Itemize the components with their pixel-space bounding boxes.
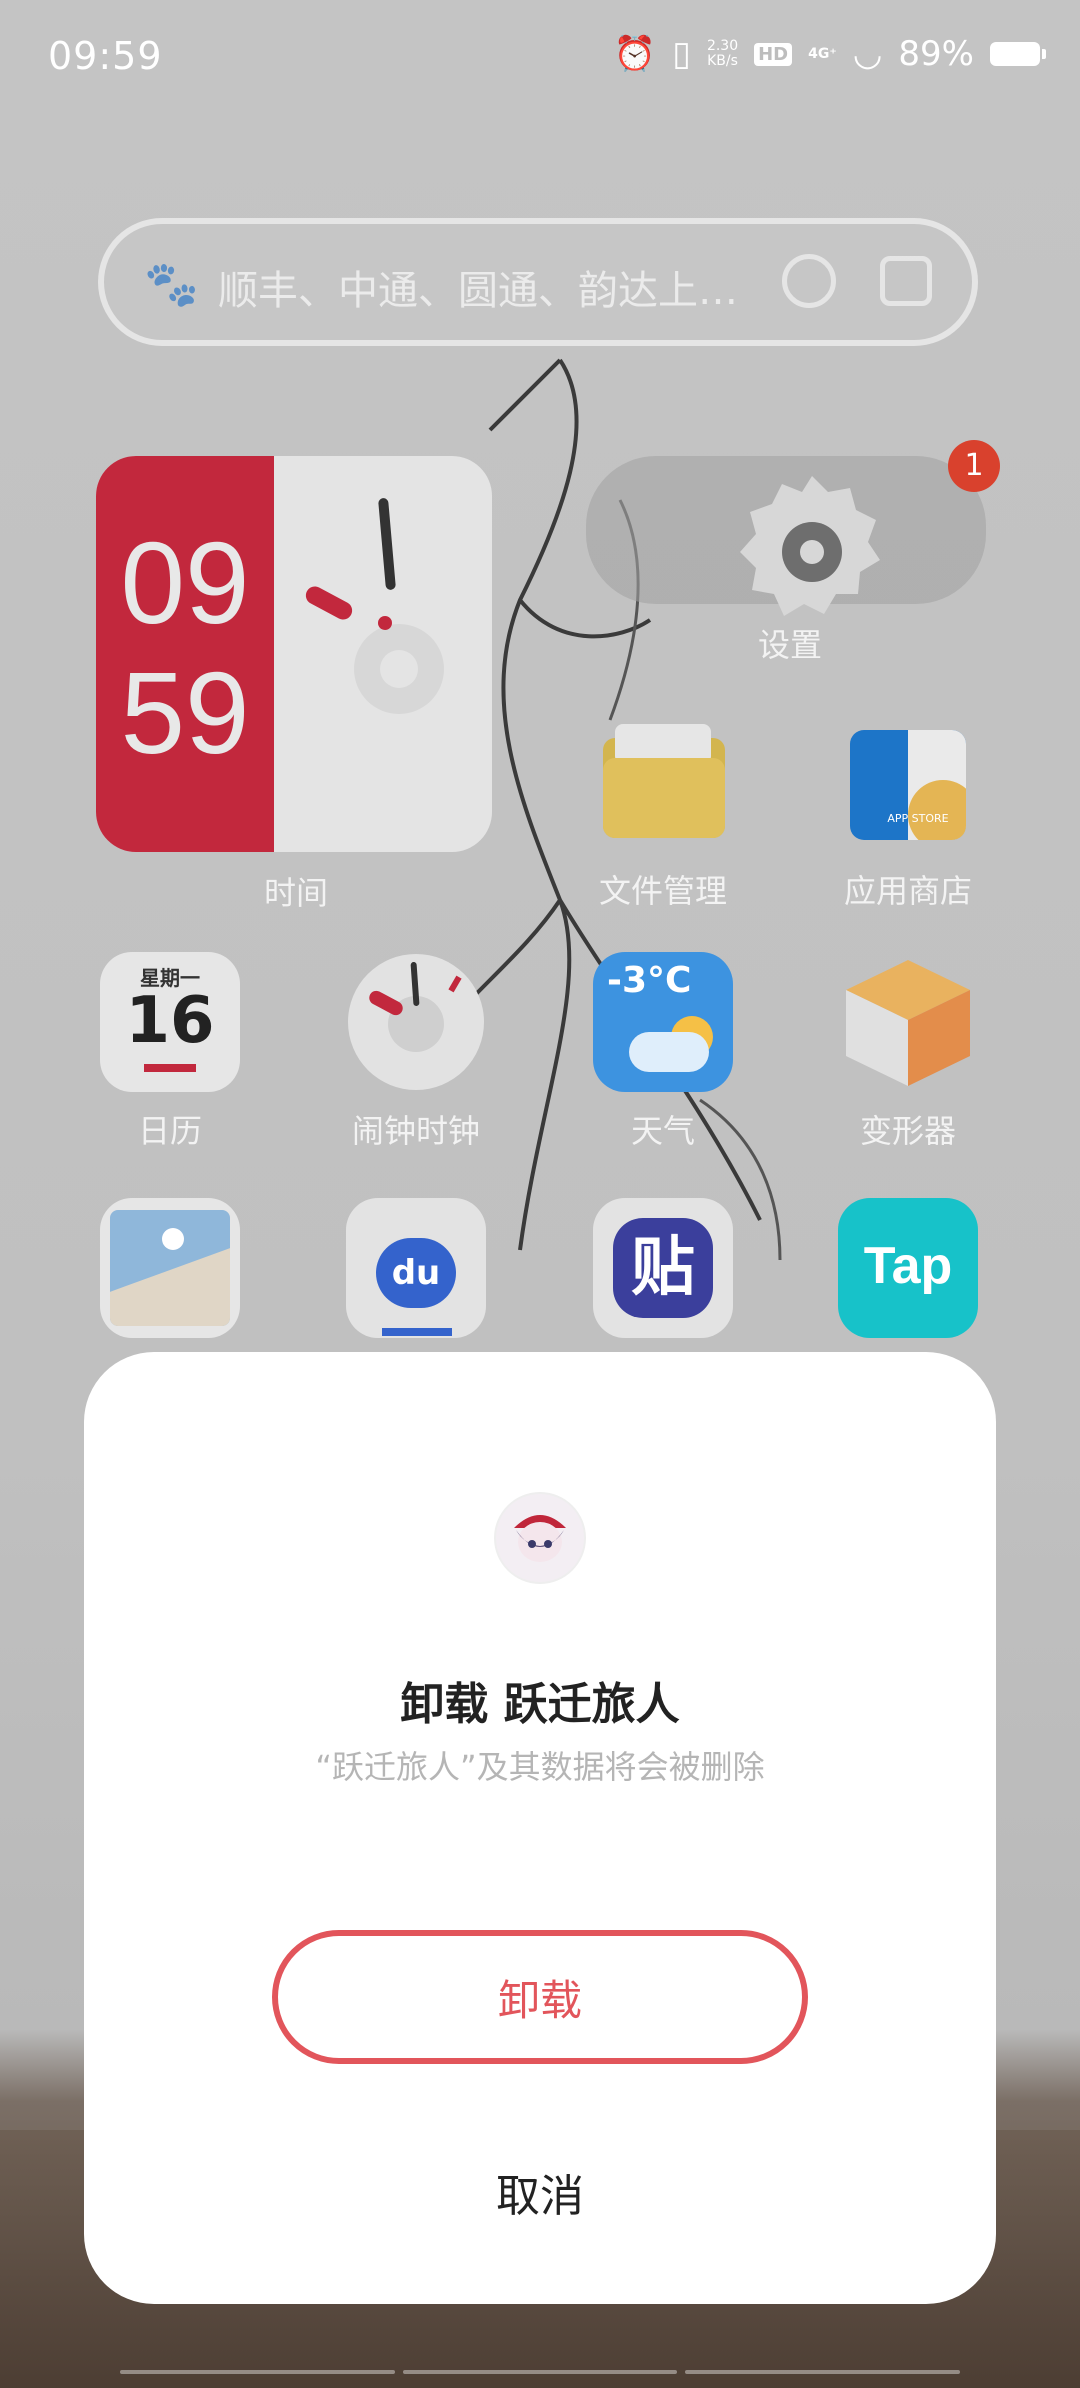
baidu-text: du (376, 1238, 456, 1308)
settings-badge: 1 (948, 440, 1000, 492)
hour-hand (302, 583, 356, 623)
taptap-text: Tap (863, 1237, 953, 1295)
vibrate-icon: ▯ (672, 34, 691, 74)
dialog-subtitle: “跃迁旅人”及其数据将会被删除 (315, 1748, 765, 1786)
clock-minute: 59 (120, 648, 250, 778)
app-store-icon: APP STORE (838, 712, 978, 852)
baidu-paw-icon: 🐾 (144, 259, 199, 310)
app-label: 日历 (137, 1112, 202, 1150)
folder-icon (593, 712, 733, 852)
app-tieba[interactable]: 贴 (583, 1198, 743, 1338)
hd-icon: HD (754, 42, 793, 66)
app-label: 天气 (630, 1112, 695, 1150)
minute-hand (378, 497, 396, 591)
clock-widget[interactable]: 09 59 (96, 456, 492, 852)
alarm-clock-icon (346, 952, 486, 1092)
battery-text: 89% (898, 34, 974, 74)
net-speed: 2.30 KB/s (706, 38, 739, 69)
cancel-button[interactable]: 取消 (84, 2160, 996, 2224)
app-calendar[interactable]: 星期一 16 日历 (90, 952, 250, 1152)
app-avatar (496, 1494, 584, 1582)
status-bar: 09:59 ⏰ ▯ 2.30 KB/s HD 4G⁺ ◡ 89% (0, 0, 1080, 110)
search-bar[interactable]: 🐾 顺丰、中通、圆通、韵达上… (98, 218, 978, 346)
clock-center-dot (378, 616, 392, 630)
clock-widget-label: 时间 (263, 874, 328, 912)
app-alarm-clock[interactable]: 闹钟时钟 (336, 952, 496, 1152)
uninstall-dialog: 卸载 跃迁旅人 “跃迁旅人”及其数据将会被删除 卸载 取消 (84, 1352, 996, 2304)
app-baidu[interactable]: du (336, 1198, 496, 1338)
weather-temp: -3°C (607, 960, 692, 1001)
voice-search-icon[interactable] (782, 254, 836, 308)
app-label: 文件管理 (598, 872, 727, 910)
settings-label: 设置 (757, 626, 822, 664)
battery-icon (990, 42, 1046, 66)
gesture-bar (120, 2370, 961, 2378)
status-time: 09:59 (48, 34, 163, 78)
scan-icon[interactable] (880, 256, 932, 306)
taptap-icon: Tap (838, 1198, 978, 1338)
app-label: 变形器 (859, 1112, 956, 1150)
wifi-icon: ◡ (852, 34, 883, 74)
app-store-text: APP STORE (887, 812, 949, 825)
status-icons: ⏰ ▯ 2.30 KB/s HD 4G⁺ ◡ 89% (613, 34, 1046, 74)
uninstall-button[interactable]: 卸载 (272, 1930, 808, 2064)
gear-icon[interactable] (732, 468, 892, 628)
gallery-icon (100, 1198, 240, 1338)
clock-digits: 09 59 (96, 518, 274, 778)
baidu-icon: du (346, 1198, 486, 1338)
alarm-icon: ⏰ (613, 34, 657, 74)
app-gallery[interactable] (90, 1198, 250, 1338)
dialog-title: 卸载 跃迁旅人 (400, 1679, 680, 1730)
app-app-store[interactable]: APP STORE 应用商店 (828, 712, 988, 912)
clock-hour: 09 (120, 518, 250, 648)
calendar-icon: 星期一 16 (100, 952, 240, 1092)
box-icon (838, 952, 978, 1092)
app-weather[interactable]: -3°C 天气 (583, 952, 743, 1152)
app-label: 应用商店 (843, 872, 972, 910)
tieba-text: 贴 (613, 1218, 713, 1318)
clock-dial (354, 624, 444, 714)
app-taptap[interactable]: Tap (828, 1198, 988, 1338)
calendar-day: 16 (125, 984, 215, 1058)
weather-icon: -3°C (593, 952, 733, 1092)
tieba-icon: 贴 (593, 1198, 733, 1338)
search-placeholder: 顺丰、中通、圆通、韵达上… (218, 268, 738, 314)
app-label: 闹钟时钟 (351, 1112, 480, 1150)
app-box[interactable]: 变形器 (828, 952, 988, 1152)
signal-icon: 4G⁺ (808, 46, 837, 62)
app-file-manager[interactable]: 文件管理 (583, 712, 743, 912)
